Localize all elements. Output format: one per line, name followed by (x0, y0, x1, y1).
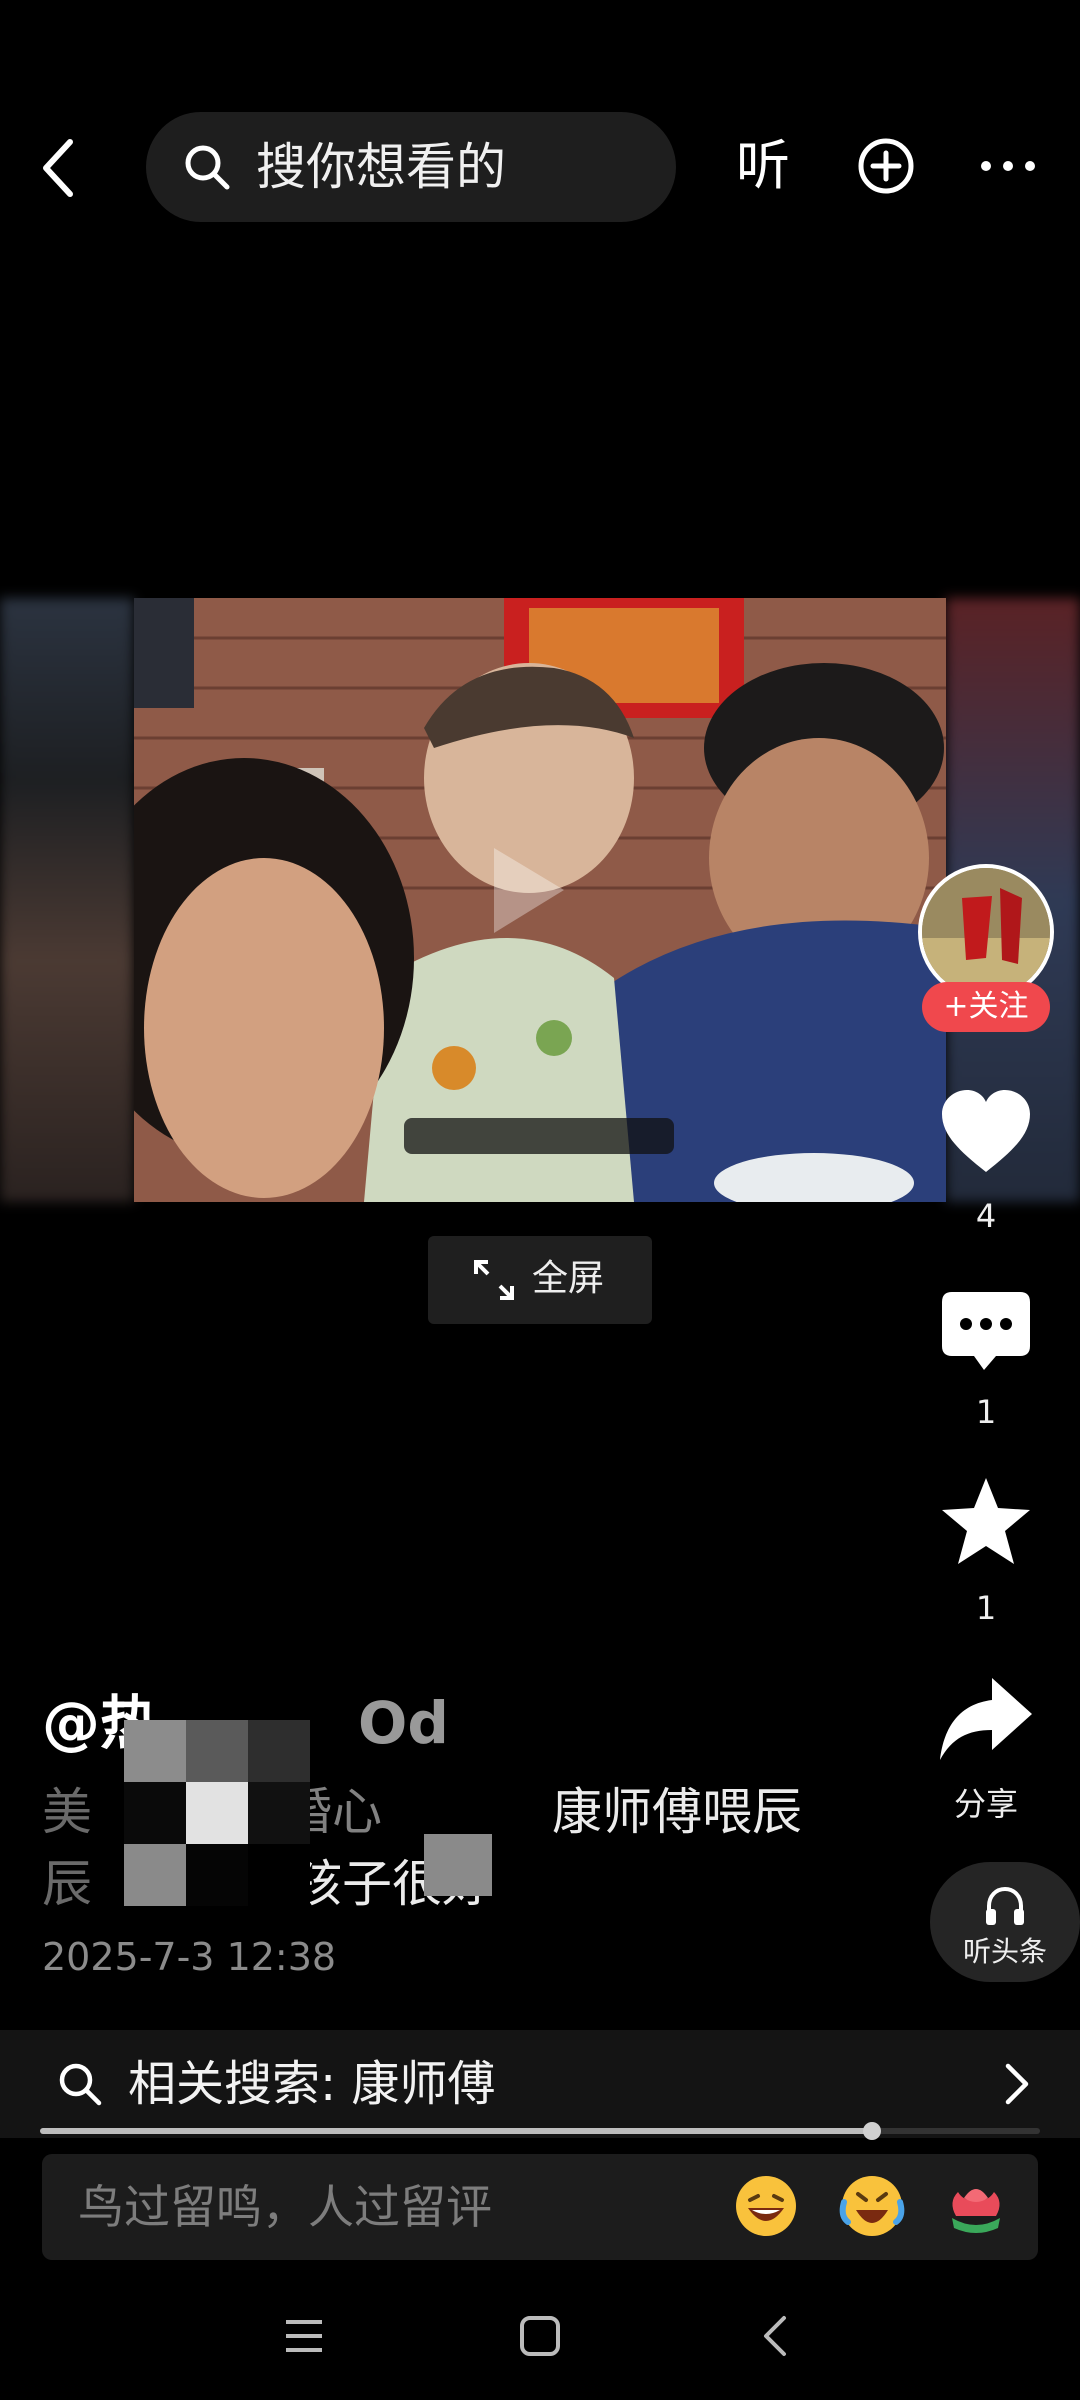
comment-icon (942, 1292, 1030, 1370)
video-blur-left (0, 598, 134, 1202)
home-nav-icon[interactable] (518, 2314, 562, 2358)
listen-button[interactable]: 听 (736, 134, 790, 198)
related-search-label: 相关搜索: 康师傅 (128, 2056, 496, 2112)
favorite-count: 1 (975, 1589, 997, 1627)
more-icon (981, 161, 1035, 171)
comment-count: 1 (975, 1393, 997, 1431)
cry-laugh-emoji-icon[interactable] (838, 2172, 906, 2240)
star-icon (942, 1478, 1030, 1564)
privacy-mosaic (124, 1720, 310, 1906)
back-nav-icon[interactable] (756, 2312, 792, 2360)
privacy-mosaic-small (424, 1834, 492, 1896)
back-button[interactable] (30, 120, 94, 216)
listen-headline-button[interactable]: 听头条 (930, 1862, 1080, 1982)
fullscreen-label: 全屏 (532, 1258, 605, 1299)
like-button[interactable] (938, 1088, 1034, 1178)
fullscreen-button[interactable]: 全屏 (428, 1236, 652, 1324)
related-search-bar[interactable]: 相关搜索: 康师傅 (0, 2030, 1080, 2138)
post-timestamp: 2025-7-3 12:38 (42, 1935, 337, 1979)
video-frame (134, 598, 946, 1202)
author-avatar[interactable] (918, 864, 1054, 1000)
back-arrow-icon (43, 139, 73, 197)
caption-segment: 辰 (42, 1855, 92, 1913)
avatar-image (922, 868, 1050, 996)
menu-nav-icon[interactable] (282, 2316, 326, 2356)
chevron-right-icon (1005, 2063, 1029, 2105)
share-button[interactable] (938, 1674, 1034, 1764)
comment-placeholder: 鸟过留鸣，人过留评 (78, 2180, 492, 2234)
video-player[interactable] (134, 598, 946, 1202)
heart-icon (942, 1090, 1030, 1172)
search-icon (59, 2063, 102, 2106)
share-label: 分享 (953, 1785, 1018, 1823)
caption-segment: 康师傅喂辰 (552, 1783, 802, 1841)
headphones-icon (986, 1886, 1024, 1925)
plus-circle-icon (858, 138, 914, 194)
add-button[interactable] (856, 136, 916, 196)
listen-headline-label: 听头条 (962, 1935, 1047, 1968)
comment-button[interactable] (938, 1290, 1034, 1380)
search-input[interactable]: 搜你想看的 (146, 112, 676, 222)
search-placeholder: 搜你想看的 (256, 138, 506, 196)
video-progress-handle[interactable] (863, 2122, 881, 2140)
share-icon (940, 1678, 1032, 1760)
more-button[interactable] (978, 158, 1038, 174)
expand-icon (474, 1260, 514, 1300)
search-icon (185, 145, 230, 190)
laugh-emoji-icon[interactable] (732, 2172, 800, 2240)
rose-emoji-icon[interactable] (942, 2172, 1010, 2240)
like-count: 4 (975, 1197, 997, 1235)
follow-button[interactable]: +关注 (922, 982, 1050, 1032)
author-handle-end: Od (358, 1689, 449, 1757)
favorite-button[interactable] (938, 1476, 1034, 1566)
video-progress-fill (40, 2128, 872, 2134)
system-navigation-bar (0, 2280, 1080, 2400)
caption-segment: 美 (42, 1783, 92, 1841)
comment-input[interactable]: 鸟过留鸣，人过留评 (42, 2154, 1038, 2260)
